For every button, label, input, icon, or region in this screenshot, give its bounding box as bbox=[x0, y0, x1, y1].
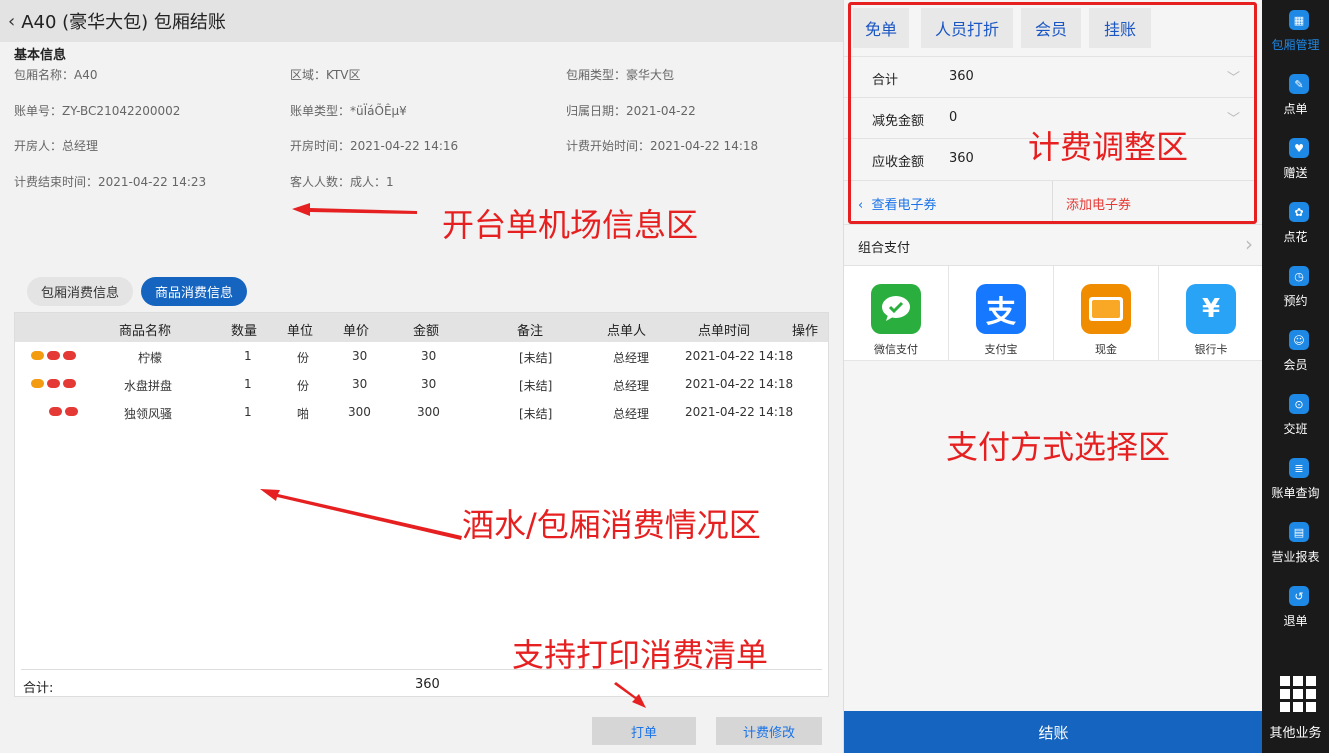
arrow-info bbox=[292, 203, 417, 216]
arrow-print bbox=[614, 682, 646, 708]
annotation-arrows bbox=[260, 203, 646, 708]
arrow-consumption bbox=[260, 489, 462, 540]
